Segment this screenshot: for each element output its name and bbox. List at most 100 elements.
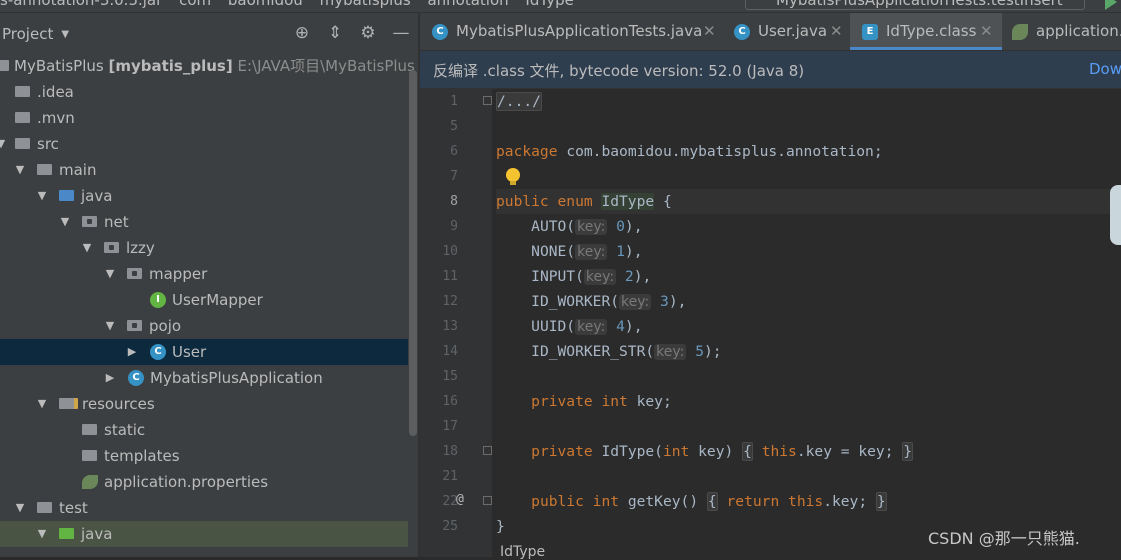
tree-item-net[interactable]: ▼ net (0, 209, 408, 235)
line-number: 16 (442, 394, 458, 409)
tree-item-static[interactable]: static (0, 417, 408, 443)
module-name: [mybatis_plus] (108, 57, 233, 75)
tree-item-label: .mvn (37, 109, 75, 127)
expand-arrow-icon[interactable]: ▼ (80, 235, 94, 261)
tree-item-label: net (104, 213, 129, 231)
expand-arrow-icon[interactable]: ▼ (103, 313, 117, 339)
project-view-selector[interactable]: Project ▼ (2, 25, 69, 43)
tree-item-src[interactable]: ▼ src (0, 131, 408, 157)
tree-item-pojo[interactable]: ▼ pojo (0, 313, 408, 339)
package-icon (127, 320, 142, 331)
keyword: return (726, 493, 780, 510)
parameter: key) (698, 443, 734, 460)
expand-arrow-icon[interactable]: ▼ (35, 183, 49, 209)
expand-arrow-icon[interactable]: ▼ (35, 391, 49, 417)
tree-item-label: UserMapper (172, 291, 263, 309)
tree-item-application-properties[interactable]: application.properties (0, 469, 408, 495)
tab-user-java[interactable]: C User.java ✕ (723, 13, 848, 50)
tree-item-idea[interactable]: .idea (0, 79, 408, 105)
tree-item-main[interactable]: ▼ main (0, 157, 408, 183)
chevron-down-icon: ▼ (61, 29, 70, 40)
minimize-icon[interactable]: — (390, 23, 412, 43)
breadcrumb-item[interactable]: mybatisplus (320, 0, 411, 9)
constant-value: 4 (616, 318, 625, 335)
expand-arrow-icon[interactable]: ▼ (0, 131, 8, 157)
constructor-name: IdType( (601, 443, 663, 460)
run-icon[interactable] (1105, 0, 1117, 10)
editor-breadcrumb[interactable]: IdType (500, 544, 545, 560)
tab-label: User.java (758, 22, 828, 40)
test-folder-icon (59, 528, 74, 539)
folder-icon (37, 502, 52, 513)
tree-item-user[interactable]: ▶ C User (0, 339, 408, 365)
expand-arrow-icon[interactable]: ▼ (35, 521, 49, 547)
tree-item-mybatisplusapplication[interactable]: ▶ C MybatisPlusApplication (0, 365, 408, 391)
tree-item-label: templates (104, 447, 180, 465)
tree-scrollbar[interactable] (409, 70, 417, 436)
class-icon: C (150, 344, 166, 360)
line-number: 25 (442, 519, 458, 534)
tab-application-properties[interactable]: application. (1004, 13, 1121, 50)
tree-item-project-root[interactable]: MyBatisPlus [mybatis_plus] E:\JAVA项目\MyB… (0, 53, 415, 79)
tree-item-resources[interactable]: ▼ resources (0, 391, 408, 417)
field-declaration-line: private int key; (496, 389, 1121, 414)
tree-item-test-java[interactable]: ▼ java (0, 521, 408, 547)
expand-arrow-icon[interactable]: ▼ (13, 495, 27, 521)
close-icon[interactable]: ✕ (830, 13, 843, 49)
line-number: 18 (442, 444, 458, 459)
close-icon[interactable]: ✕ (980, 13, 993, 49)
class-icon: C (432, 24, 448, 40)
expand-arrow-icon[interactable]: ▼ (13, 157, 27, 183)
tree-item-lzzy[interactable]: ▼ lzzy (0, 235, 408, 261)
locate-icon[interactable]: ⊕ (291, 23, 313, 43)
tree-item-java[interactable]: ▼ java (0, 183, 408, 209)
fold-marker-icon[interactable] (483, 446, 492, 455)
run-configuration-select[interactable]: MybatisPlusApplicationTests.testInsert (745, 0, 1085, 10)
folded-region[interactable]: /.../ (496, 92, 542, 111)
spring-properties-icon (82, 475, 98, 489)
tab-idtype-class[interactable]: E IdType.class ✕ (850, 13, 1002, 50)
tree-item-label: pojo (149, 317, 182, 335)
close-icon[interactable]: ✕ (703, 13, 716, 49)
tree-item-mapper[interactable]: ▼ mapper (0, 261, 408, 287)
punctuation: ), (624, 218, 643, 235)
folded-brace[interactable]: } (875, 492, 887, 511)
tree-item-label: static (104, 421, 146, 439)
expand-arrow-icon[interactable]: ▼ (103, 261, 117, 287)
collapse-all-icon[interactable]: ⇕ (324, 23, 346, 43)
breadcrumb-item[interactable]: IdType (525, 0, 573, 9)
download-sources-link[interactable]: Dow (1089, 60, 1121, 78)
keyword: package (496, 143, 558, 160)
tree-item-templates[interactable]: templates (0, 443, 408, 469)
folded-brace[interactable]: { (706, 492, 718, 511)
gear-icon[interactable]: ⚙ (357, 23, 379, 43)
line-number: 21 (442, 469, 458, 484)
tree-item-usermapper[interactable]: I UserMapper (0, 287, 408, 313)
folded-brace[interactable]: } (902, 442, 914, 461)
tree-item-label: .idea (37, 83, 74, 101)
package-icon (104, 242, 119, 253)
punctuation: ), (633, 268, 652, 285)
breadcrumb-item[interactable]: baomidou (228, 0, 303, 9)
override-icon[interactable]: @ (456, 492, 464, 507)
breadcrumb-item[interactable]: s-annotation-3.0.5.jar (0, 0, 162, 9)
parameter-hint: key: (575, 319, 608, 335)
lightbulb-icon[interactable] (506, 168, 520, 185)
tab-mybatisplusapplicationtests[interactable]: C MybatisPlusApplicationTests.java ✕ (420, 13, 720, 50)
package-name: com.baomidou.mybatisplus.annotation; (566, 143, 883, 160)
expand-arrow-icon[interactable]: ▼ (58, 209, 72, 235)
constant-name: AUTO( (531, 218, 576, 235)
collapse-arrow-icon[interactable]: ▶ (125, 339, 139, 365)
tree-item-mvn[interactable]: .mvn (0, 105, 408, 131)
fold-marker-icon[interactable] (483, 496, 492, 505)
breadcrumb-item[interactable]: annotation (427, 0, 508, 9)
tree-item-test[interactable]: ▼ test (0, 495, 408, 521)
code-editor[interactable]: /.../ package com.baomidou.mybatisplus.a… (496, 89, 1121, 557)
parameter-hint: key: (583, 269, 617, 285)
brace: } (496, 518, 505, 535)
collapse-arrow-icon[interactable]: ▶ (103, 365, 117, 391)
fold-marker-icon[interactable] (483, 96, 492, 105)
enum-constant-line: INPUT(key: 2), (496, 264, 1121, 289)
folded-brace[interactable]: { (742, 442, 753, 461)
breadcrumb-item[interactable]: com (179, 0, 211, 9)
